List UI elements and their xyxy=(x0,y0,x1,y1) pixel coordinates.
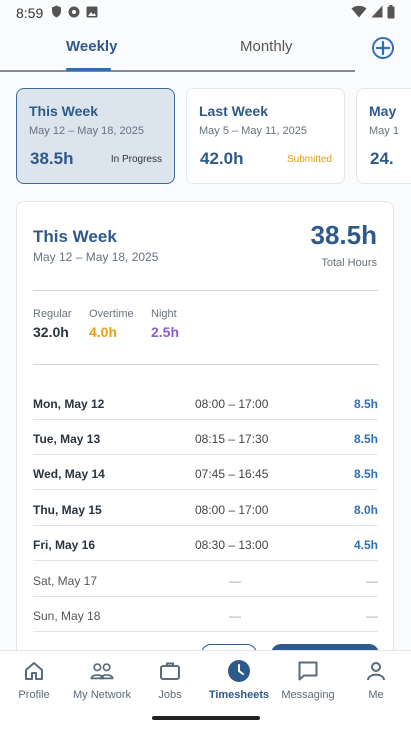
briefcase-icon xyxy=(158,659,182,683)
tab-monthly[interactable]: Monthly xyxy=(240,38,293,55)
plus-icon xyxy=(376,41,390,55)
day-time-range: 08:00 – 17:00 xyxy=(195,397,269,411)
breakdown-value: 4.0h xyxy=(89,324,118,340)
message-icon xyxy=(296,659,320,683)
wifi-icon xyxy=(351,5,367,21)
nav-me[interactable]: Me xyxy=(340,659,411,701)
day-time-range: — xyxy=(229,574,241,588)
day-row[interactable]: Sun, May 18 — — xyxy=(33,597,378,632)
nav-label: Jobs xyxy=(158,689,182,701)
day-row[interactable]: Mon, May 12 08:00 – 17:00 8.5h xyxy=(33,385,378,420)
nav-label: Timesheets xyxy=(208,689,270,701)
week-card-dates: May 1 xyxy=(369,125,399,137)
week-card-dates: May 5 – May 11, 2025 xyxy=(199,125,308,137)
day-name: Sat, May 17 xyxy=(33,574,98,588)
divider xyxy=(33,290,378,291)
nav-messaging[interactable]: Messaging xyxy=(272,659,344,701)
day-name: Tue, May 13 xyxy=(33,432,101,446)
view-tabs: Weekly Monthly xyxy=(0,28,411,72)
photo-status-icon xyxy=(86,5,98,21)
people-icon xyxy=(90,659,114,683)
detail-title: This Week xyxy=(33,227,117,246)
breakdown-regular: Regular 32.0h xyxy=(33,308,72,340)
battery-icon xyxy=(387,4,395,22)
day-time-range: 08:00 – 17:00 xyxy=(195,503,269,517)
week-card-title: Last Week xyxy=(199,103,268,119)
breakdown-night: Night 2.5h xyxy=(151,308,179,340)
status-time: 8:59 xyxy=(16,5,44,21)
person-icon xyxy=(364,659,388,683)
day-name: Sun, May 18 xyxy=(33,609,101,623)
home-indicator[interactable] xyxy=(152,716,260,720)
day-name: Wed, May 14 xyxy=(33,467,105,481)
tab-active-indicator xyxy=(66,68,111,71)
nav-timesheets[interactable]: Timesheets xyxy=(203,659,275,701)
week-detail-card: This Week May 12 – May 18, 2025 38.5h To… xyxy=(16,201,394,661)
day-name: Fri, May 16 xyxy=(33,538,96,552)
day-hours: — xyxy=(366,609,378,623)
day-name: Mon, May 12 xyxy=(33,397,105,411)
status-bar: 8:59 xyxy=(0,0,411,26)
week-card-last-week[interactable]: Last Week May 5 – May 11, 2025 42.0h Sub… xyxy=(186,88,345,184)
day-hours: 8.5h xyxy=(353,467,378,481)
day-row[interactable]: Fri, May 16 08:30 – 13:00 4.5h xyxy=(33,526,378,561)
breakdown-label: Night xyxy=(151,308,177,320)
tabs-divider xyxy=(0,70,355,72)
week-card-status: In Progress xyxy=(110,154,162,165)
day-hours: 8.0h xyxy=(353,503,378,517)
day-time-range: — xyxy=(229,609,241,623)
home-icon xyxy=(22,659,46,683)
breakdown-label: Regular xyxy=(33,308,72,320)
nav-label: My Network xyxy=(72,689,132,701)
day-name: Thu, May 15 xyxy=(33,503,102,517)
nav-label: Me xyxy=(368,689,384,701)
day-row[interactable]: Tue, May 13 08:15 – 17:30 8.5h xyxy=(33,420,378,455)
nav-profile[interactable]: Profile xyxy=(0,659,70,701)
nav-label: Profile xyxy=(18,689,50,701)
day-hours: 4.5h xyxy=(353,538,378,552)
nav-jobs[interactable]: Jobs xyxy=(134,659,206,701)
clock-icon xyxy=(227,659,251,683)
day-hours: — xyxy=(366,574,378,588)
week-card-hours: 38.5h xyxy=(30,149,74,168)
day-row[interactable]: Wed, May 14 07:45 – 16:45 8.5h xyxy=(33,455,378,490)
day-time-range: 07:45 – 16:45 xyxy=(195,467,269,481)
signal-icon xyxy=(371,5,383,21)
settings-status-icon xyxy=(68,5,80,21)
day-time-range: 08:15 – 17:30 xyxy=(195,432,269,446)
day-row[interactable]: Sat, May 17 — — xyxy=(33,562,378,597)
detail-dates: May 12 – May 18, 2025 xyxy=(33,250,159,264)
divider xyxy=(33,364,378,365)
week-card-dates: May 12 – May 18, 2025 xyxy=(29,125,144,137)
week-card-partial[interactable]: May May 1 24. xyxy=(356,88,411,184)
breakdown-value: 32.0h xyxy=(33,324,69,340)
nav-my-network[interactable]: My Network xyxy=(66,659,138,701)
day-hours: 8.5h xyxy=(353,432,378,446)
breakdown-overtime: Overtime 4.0h xyxy=(89,308,134,340)
shield-icon xyxy=(51,5,62,21)
detail-total-label: Total Hours xyxy=(321,257,377,269)
week-card-hours: 24. xyxy=(370,149,394,168)
day-row[interactable]: Thu, May 15 08:00 – 17:00 8.0h xyxy=(33,491,378,526)
add-timesheet-button[interactable] xyxy=(372,37,394,59)
week-card-title: This Week xyxy=(29,103,98,119)
breakdown-value: 2.5h xyxy=(151,324,180,340)
tab-weekly[interactable]: Weekly xyxy=(66,38,117,55)
nav-label: Messaging xyxy=(281,689,335,701)
day-time-range: 08:30 – 13:00 xyxy=(195,538,269,552)
week-card-this-week[interactable]: This Week May 12 – May 18, 2025 38.5h In… xyxy=(16,88,175,184)
detail-total-hours: 38.5h xyxy=(310,220,378,250)
week-card-hours: 42.0h xyxy=(200,149,244,168)
week-card-status: Submitted xyxy=(286,154,332,165)
breakdown-label: Overtime xyxy=(89,308,134,320)
week-card-title: May xyxy=(369,103,397,119)
day-hours: 8.5h xyxy=(353,397,378,411)
